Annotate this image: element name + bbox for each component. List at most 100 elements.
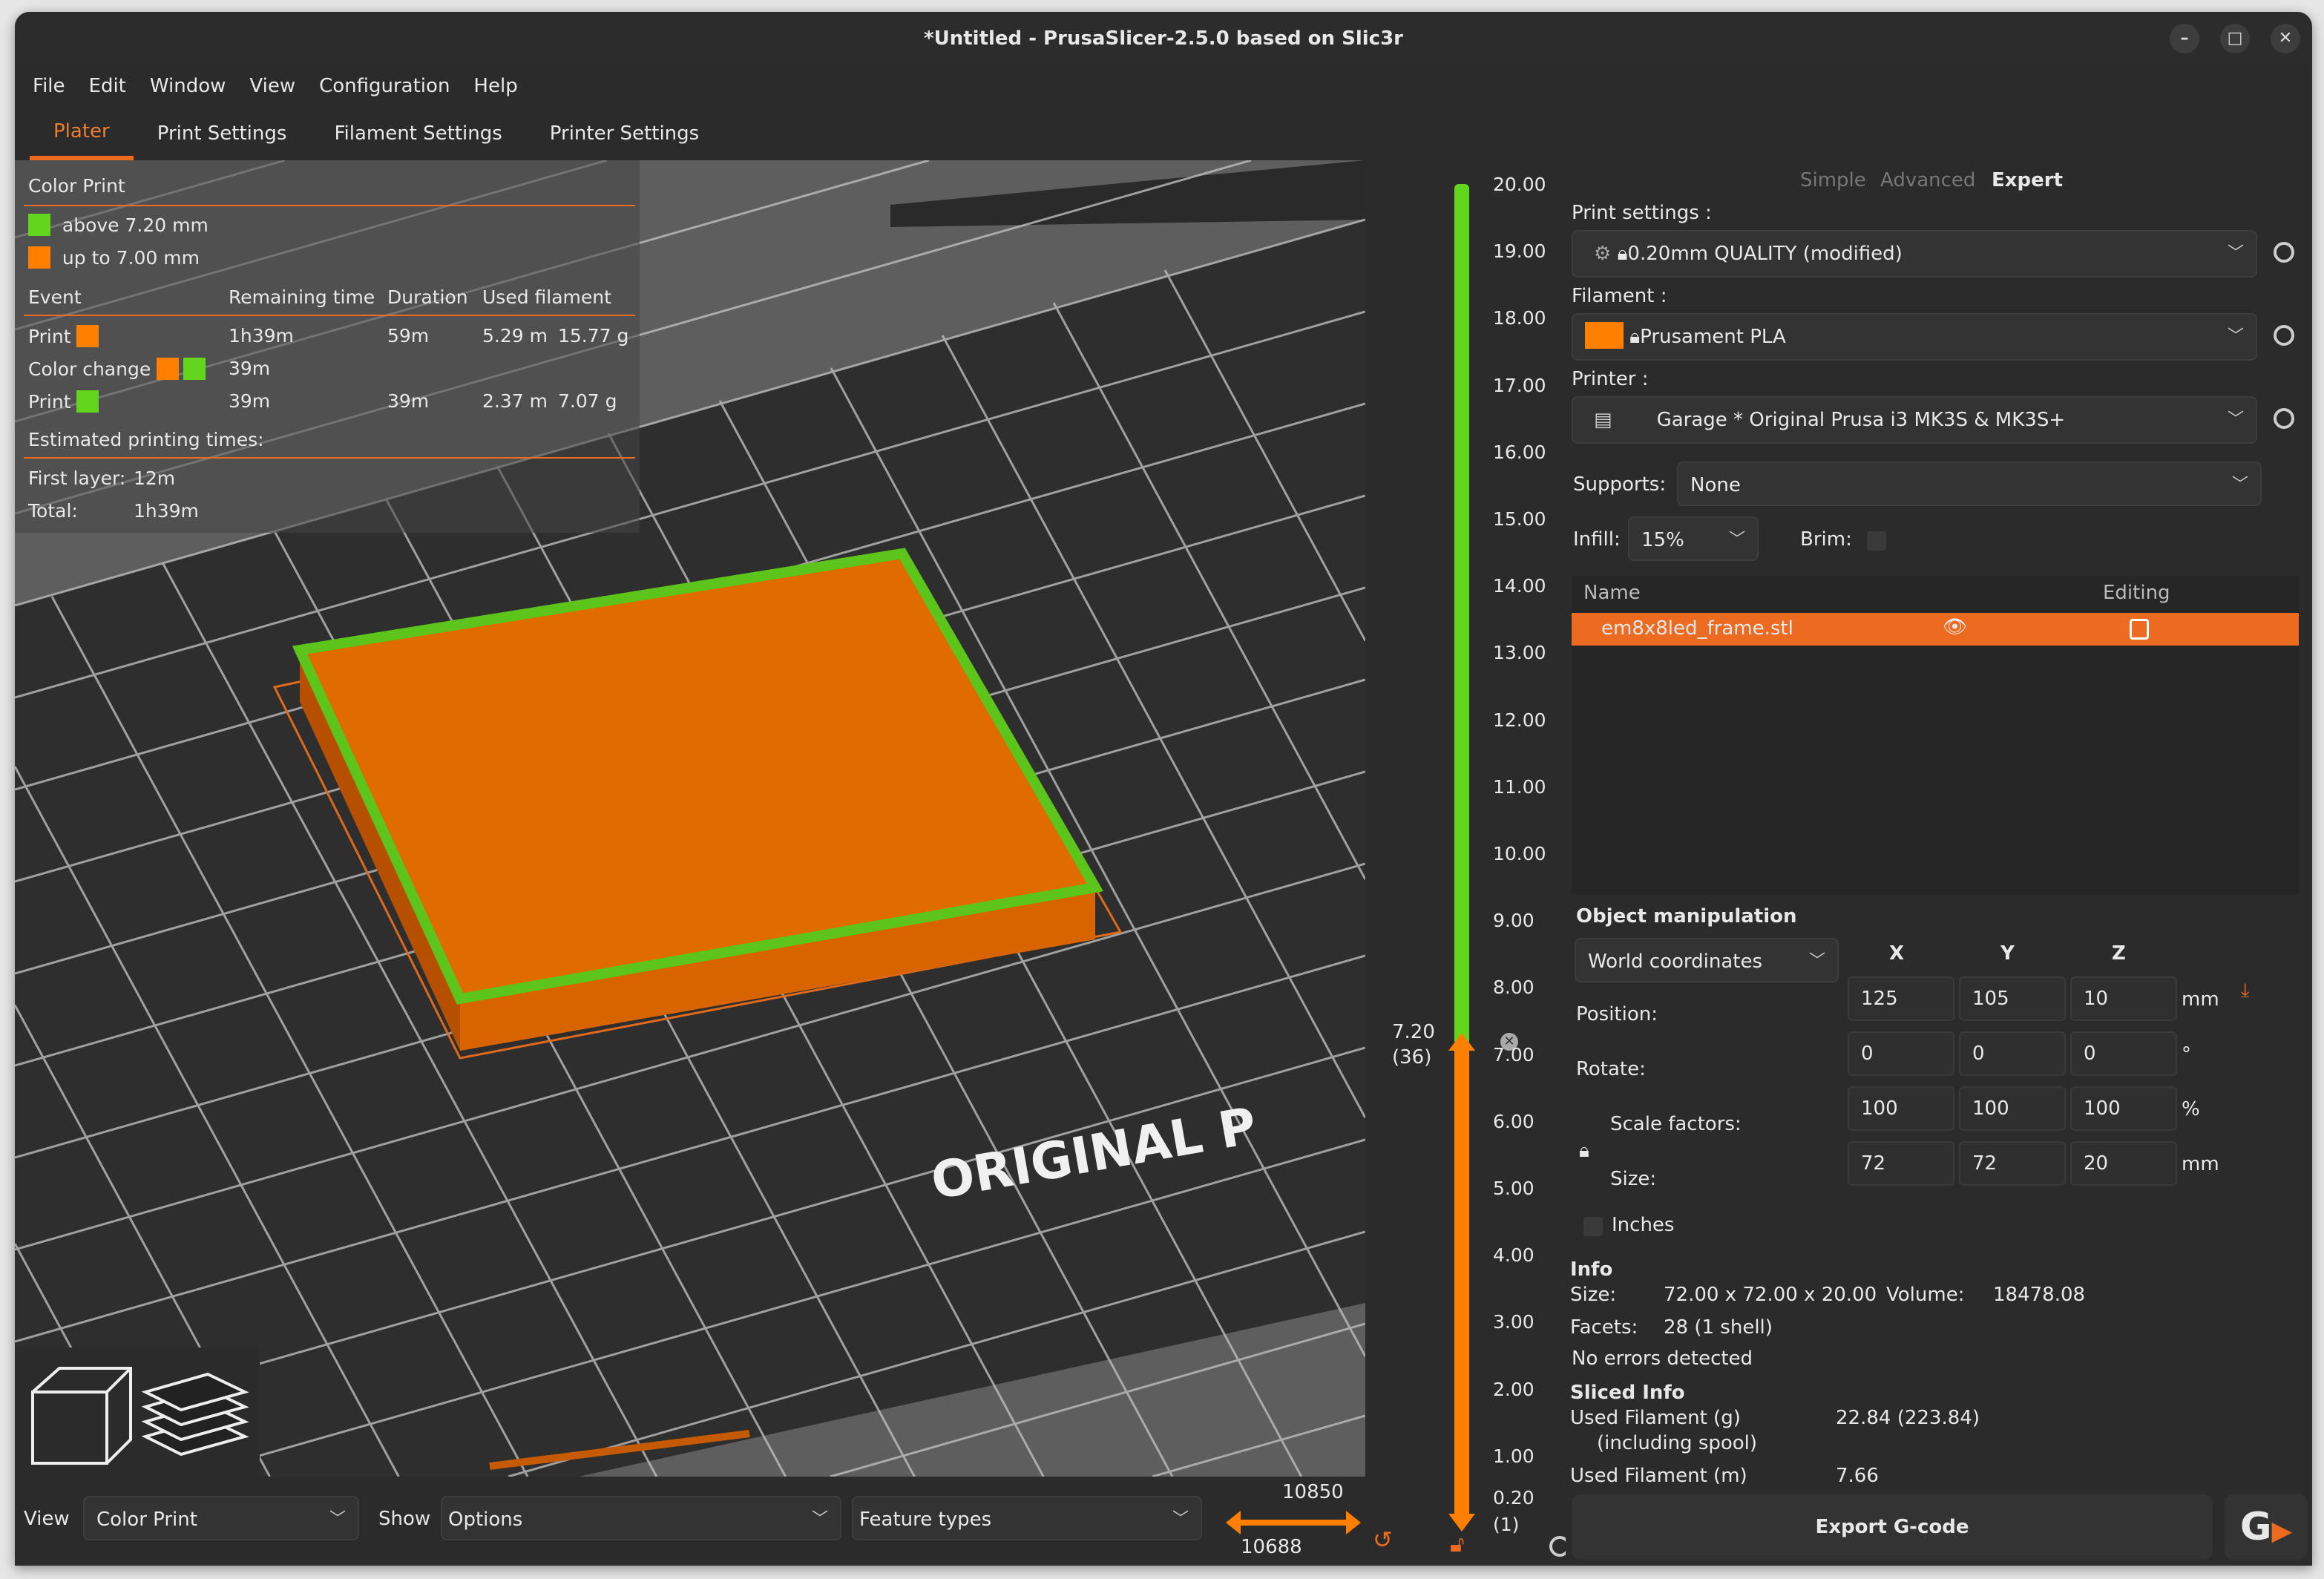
mode-expert[interactable]: Expert bbox=[1992, 169, 2063, 191]
printer-value: Garage * Original Prusa i3 MK3S & MK3S+ bbox=[1656, 409, 2066, 431]
object-row[interactable]: em8x8led_frame.stl 👁︎ bbox=[1572, 613, 2299, 646]
menu-window[interactable]: Window bbox=[138, 65, 238, 107]
brim-checkbox[interactable] bbox=[1867, 531, 1886, 551]
3d-viewport[interactable]: ORIGINAL P Color Print above 7.20 mm up … bbox=[15, 160, 1365, 1477]
gear-icon[interactable] bbox=[2274, 408, 2294, 429]
drop-to-bed-icon[interactable]: ⤓ bbox=[2241, 979, 2250, 1002]
event-name: Color change bbox=[28, 358, 151, 380]
layer-slider[interactable]: ✕ 20.00 19.00 18.00 17.00 16.00 15.00 14.00 13.… bbox=[1365, 160, 1570, 1566]
edit-icon[interactable] bbox=[2130, 619, 2149, 640]
layer-tick-label: 2.00 bbox=[1493, 1378, 1534, 1400]
chevron-down-icon: ﹀ bbox=[2227, 410, 2244, 429]
lock-icon: 🔒︎ bbox=[1617, 243, 1628, 265]
mode-simple[interactable]: Simple bbox=[1800, 169, 1866, 191]
lock-icon[interactable]: 🔒︎ bbox=[1579, 1140, 1589, 1163]
lower-thumb[interactable] bbox=[1448, 1514, 1475, 1532]
supports-combo[interactable]: None ﹀ bbox=[1677, 462, 2262, 506]
position-z-input[interactable]: 10 bbox=[2070, 976, 2177, 1021]
show-options-combo[interactable]: Options ﹀ bbox=[441, 1496, 841, 1540]
including-spool-label: (including spool) bbox=[1597, 1432, 1758, 1454]
scale-x-input[interactable]: 100 bbox=[1848, 1086, 1954, 1131]
filament-color-swatch[interactable] bbox=[1585, 322, 1624, 349]
duration: 59m bbox=[387, 325, 430, 347]
app-window: *Untitled - PrusaSlicer-2.5.0 based on S… bbox=[15, 12, 2312, 1566]
tab-printer-settings[interactable]: Printer Settings bbox=[526, 107, 723, 160]
position-unit: mm bbox=[2182, 988, 2219, 1011]
used-filament-g: 22.84 (223.84) bbox=[1836, 1407, 1980, 1429]
upper-thumb[interactable] bbox=[1448, 1033, 1475, 1051]
lock-icon[interactable]: 🔓︎ bbox=[1450, 1532, 1464, 1557]
iso-view-icon[interactable] bbox=[31, 1367, 132, 1465]
printer-label: Printer : bbox=[1572, 368, 1649, 390]
menu-help[interactable]: Help bbox=[462, 65, 529, 107]
printer-combo[interactable]: ▤ Garage * Original Prusa i3 MK3S & MK3S+… bbox=[1572, 396, 2257, 444]
orange-swatch bbox=[157, 358, 180, 380]
event-name: Print bbox=[28, 391, 71, 413]
menu-bar: File Edit Window View Configuration Help bbox=[15, 65, 2312, 107]
infill-combo[interactable]: 15% ﹀ bbox=[1628, 516, 1759, 561]
export-gcode-button[interactable]: Export G-code bbox=[1572, 1494, 2213, 1560]
filament-combo[interactable]: 🔒︎Prusament PLA ﹀ bbox=[1572, 313, 2257, 361]
tab-plater[interactable]: Plater bbox=[30, 107, 134, 160]
send-gcode-icon[interactable]: G▶ bbox=[2225, 1494, 2308, 1560]
close-button[interactable]: ✕ bbox=[2271, 24, 2300, 53]
print-settings-value: 0.20mm QUALITY (modified) bbox=[1627, 243, 1903, 265]
sliced-info-title: Sliced Info bbox=[1570, 1382, 1685, 1404]
print-settings-combo[interactable]: ⚙ 🔒︎0.20mm QUALITY (modified) ﹀ bbox=[1572, 230, 2257, 278]
header-used-filament: Used filament bbox=[482, 286, 611, 308]
used-filament-m-label: Used Filament (m) bbox=[1570, 1465, 1747, 1484]
coordinates-combo[interactable]: World coordinates ﹀ bbox=[1575, 938, 1839, 982]
chevron-down-icon: ﹀ bbox=[1728, 531, 1745, 549]
tab-filament-settings[interactable]: Filament Settings bbox=[310, 107, 525, 160]
axis-x: X bbox=[1889, 942, 1905, 965]
layers-view-icon[interactable] bbox=[141, 1372, 249, 1457]
orange-swatch bbox=[28, 246, 50, 269]
info-facets: 28 (1 shell) bbox=[1664, 1316, 1773, 1339]
gear-icon[interactable] bbox=[2274, 242, 2294, 263]
layer-tick-label: 4.00 bbox=[1493, 1244, 1534, 1267]
layer-tick-label: 19.00 bbox=[1493, 240, 1546, 263]
left-thumb[interactable] bbox=[1226, 1511, 1241, 1534]
right-thumb[interactable] bbox=[1346, 1511, 1361, 1534]
scale-z-input[interactable]: 100 bbox=[2070, 1086, 2177, 1131]
eye-icon[interactable]: 👁︎ bbox=[1943, 616, 1967, 638]
menu-file[interactable]: File bbox=[21, 65, 77, 107]
position-label: Position: bbox=[1576, 1003, 1658, 1025]
menu-edit[interactable]: Edit bbox=[77, 65, 138, 107]
moves-lower: 10688 bbox=[1241, 1536, 1302, 1558]
position-x-input[interactable]: 125 bbox=[1848, 976, 1954, 1021]
info-volume-label: Volume: bbox=[1886, 1284, 1965, 1306]
chevron-down-icon: ﹀ bbox=[2231, 476, 2248, 494]
size-z-input[interactable]: 20 bbox=[2070, 1141, 2177, 1186]
info-volume: 18478.08 bbox=[1993, 1284, 2086, 1306]
current-layer: (36) bbox=[1392, 1046, 1432, 1068]
rotate-y-input[interactable]: 0 bbox=[1959, 1031, 2066, 1076]
menu-configuration[interactable]: Configuration bbox=[307, 65, 462, 107]
remaining: 1h39m bbox=[229, 325, 294, 347]
size-x-input[interactable]: 72 bbox=[1848, 1141, 1954, 1186]
layer-tick-label: 20.00 bbox=[1493, 174, 1546, 195]
info-title: Info bbox=[1570, 1258, 1613, 1281]
view-type-combo[interactable]: Color Print ﹀ bbox=[83, 1496, 359, 1540]
gear-icon[interactable] bbox=[2274, 325, 2294, 346]
tab-print-settings[interactable]: Print Settings bbox=[134, 107, 311, 160]
object-manipulation-title: Object manipulation bbox=[1576, 905, 1797, 928]
horizontal-slider[interactable] bbox=[1235, 1520, 1353, 1526]
scale-y-input[interactable]: 100 bbox=[1959, 1086, 2066, 1131]
rotate-x-input[interactable]: 0 bbox=[1848, 1031, 1954, 1076]
minimize-button[interactable]: – bbox=[2170, 24, 2199, 53]
color-print-legend: Color Print above 7.20 mm up to 7.00 mm … bbox=[15, 160, 640, 533]
feature-types-combo[interactable]: Feature types ﹀ bbox=[852, 1496, 1202, 1540]
moves-upper: 10850 bbox=[1282, 1481, 1344, 1503]
rotate-z-input[interactable]: 0 bbox=[2070, 1031, 2177, 1076]
view-type-value: Color Print bbox=[96, 1509, 197, 1531]
orange-swatch bbox=[76, 325, 99, 347]
position-y-input[interactable]: 105 bbox=[1959, 976, 2066, 1021]
menu-view[interactable]: View bbox=[237, 65, 307, 107]
scale-unit: % bbox=[2182, 1098, 2200, 1120]
maximize-button[interactable]: □ bbox=[2220, 24, 2250, 53]
mode-advanced[interactable]: Advanced bbox=[1880, 169, 1975, 191]
size-y-input[interactable]: 72 bbox=[1959, 1141, 2066, 1186]
inches-checkbox[interactable] bbox=[1583, 1217, 1603, 1236]
reset-icon[interactable]: ↺ bbox=[1373, 1526, 1393, 1554]
